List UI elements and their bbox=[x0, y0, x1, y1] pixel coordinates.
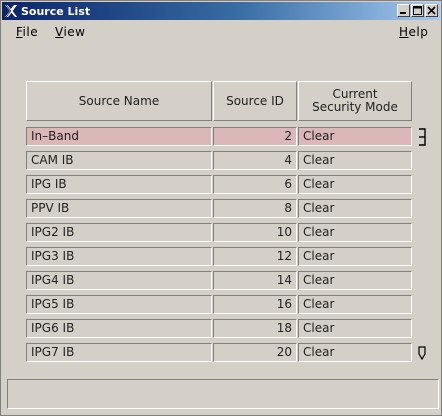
security-mode-cell: Clear bbox=[298, 127, 412, 146]
vertical-scrollbar[interactable] bbox=[415, 126, 429, 362]
source-name-cell: PPV IB bbox=[26, 199, 212, 218]
security-mode-cell: Clear bbox=[298, 175, 412, 194]
source-name-cell: IPG2 IB bbox=[26, 223, 212, 242]
source-id-cell: 2 bbox=[213, 127, 297, 146]
table-row[interactable]: In–Band 2 Clear bbox=[26, 127, 412, 147]
column-header-source-name[interactable]: Source Name bbox=[26, 81, 212, 121]
table-body: In–Band 2 Clear CAM IB 4 Clear IPG IB 6 … bbox=[26, 127, 412, 365]
table-row[interactable]: IPG IB 6 Clear bbox=[26, 175, 412, 195]
source-name-cell: IPG IB bbox=[26, 175, 212, 194]
source-id-cell: 6 bbox=[213, 175, 297, 194]
security-mode-cell: Clear bbox=[298, 247, 412, 266]
table-row[interactable]: IPG7 IB 20 Clear bbox=[26, 343, 412, 363]
source-name-cell: IPG3 IB bbox=[26, 247, 212, 266]
security-mode-cell: Clear bbox=[298, 271, 412, 290]
column-header-security-mode-line2: Security Mode bbox=[312, 100, 398, 114]
column-header-security-mode[interactable]: Current Security Mode bbox=[298, 81, 412, 121]
table-row[interactable]: IPG4 IB 14 Clear bbox=[26, 271, 412, 291]
source-id-cell: 16 bbox=[213, 295, 297, 314]
source-name-cell: IPG5 IB bbox=[26, 295, 212, 314]
source-id-cell: 18 bbox=[213, 319, 297, 338]
security-mode-cell: Clear bbox=[298, 199, 412, 218]
security-mode-cell: Clear bbox=[298, 151, 412, 170]
menu-file-label: ile bbox=[22, 25, 39, 39]
close-icon[interactable] bbox=[425, 4, 438, 17]
title-bar[interactable]: Source List bbox=[2, 2, 440, 20]
security-mode-cell: Clear bbox=[298, 343, 412, 362]
maximize-icon[interactable] bbox=[411, 4, 424, 17]
security-mode-cell: Clear bbox=[298, 223, 412, 242]
table-row[interactable]: IPG5 IB 16 Clear bbox=[26, 295, 412, 315]
source-id-cell: 10 bbox=[213, 223, 297, 242]
menu-help-label: elp bbox=[408, 25, 429, 39]
source-list-window: Source List File View Help Source Name S… bbox=[0, 0, 442, 416]
table-row[interactable]: PPV IB 8 Clear bbox=[26, 199, 412, 219]
scroll-down-arrow-icon[interactable] bbox=[417, 346, 427, 360]
source-name-cell: IPG7 IB bbox=[26, 343, 212, 362]
menu-view[interactable]: View bbox=[55, 25, 85, 39]
minimize-icon[interactable] bbox=[397, 4, 410, 17]
scroll-top-bracket-icon[interactable] bbox=[417, 128, 427, 146]
column-header-source-id-label: Source ID bbox=[226, 93, 284, 108]
source-id-cell: 12 bbox=[213, 247, 297, 266]
source-name-cell: IPG6 IB bbox=[26, 319, 212, 338]
table-row[interactable]: IPG6 IB 18 Clear bbox=[26, 319, 412, 339]
source-id-cell: 4 bbox=[213, 151, 297, 170]
column-header-source-id[interactable]: Source ID bbox=[213, 81, 297, 121]
source-name-cell: IPG4 IB bbox=[26, 271, 212, 290]
source-id-cell: 20 bbox=[213, 343, 297, 362]
table-row[interactable]: IPG3 IB 12 Clear bbox=[26, 247, 412, 267]
menu-help-mnemonic: H bbox=[399, 25, 409, 39]
source-name-cell: CAM IB bbox=[26, 151, 212, 170]
source-id-cell: 8 bbox=[213, 199, 297, 218]
table-row[interactable]: IPG2 IB 10 Clear bbox=[26, 223, 412, 243]
column-header-source-name-label: Source Name bbox=[78, 93, 160, 108]
source-name-cell: In–Band bbox=[26, 127, 212, 146]
status-bar bbox=[7, 379, 439, 409]
x-logo-icon bbox=[2, 2, 20, 20]
security-mode-cell: Clear bbox=[298, 319, 412, 338]
window-title: Source List bbox=[21, 4, 91, 18]
security-mode-cell: Clear bbox=[298, 295, 412, 314]
menu-bar: File View Help bbox=[2, 21, 440, 45]
table-row[interactable]: CAM IB 4 Clear bbox=[26, 151, 412, 171]
menu-view-label: iew bbox=[63, 25, 86, 39]
source-id-cell: 14 bbox=[213, 271, 297, 290]
menu-file[interactable]: File bbox=[16, 25, 38, 39]
menu-help[interactable]: Help bbox=[399, 25, 428, 39]
